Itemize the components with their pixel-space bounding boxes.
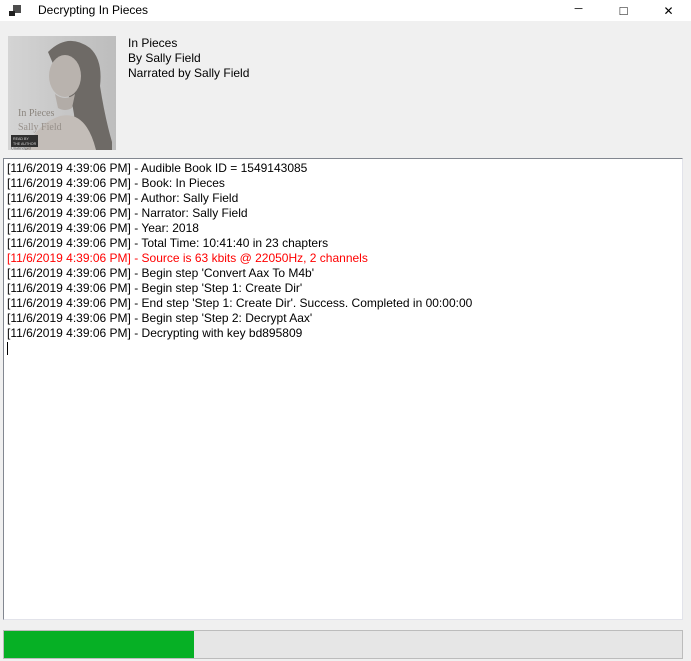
log-line: [11/6/2019 4:39:06 PM] - Begin step 'Ste…	[7, 281, 679, 296]
maximize-button[interactable]: □	[601, 0, 646, 21]
book-info: In Pieces By Sally Field Narrated by Sal…	[128, 36, 249, 81]
book-narrator: Narrated by Sally Field	[128, 66, 249, 81]
close-button[interactable]: ✕	[646, 0, 691, 21]
app-window: Decrypting In Pieces ─ □ ✕	[0, 0, 691, 661]
log-line: [11/6/2019 4:39:06 PM] - Year: 2018	[7, 221, 679, 236]
cover-author-text: Sally Field	[18, 122, 62, 133]
log-line: [11/6/2019 4:39:06 PM] - Author: Sally F…	[7, 191, 679, 206]
log-line: [11/6/2019 4:39:06 PM] - End step 'Step …	[7, 296, 679, 311]
progress-fill	[4, 631, 194, 658]
log-textbox[interactable]: [11/6/2019 4:39:06 PM] - Audible Book ID…	[3, 158, 683, 620]
text-caret	[7, 342, 8, 355]
minimize-button[interactable]: ─	[556, 0, 601, 21]
book-author: By Sally Field	[128, 51, 249, 66]
log-lines: [11/6/2019 4:39:06 PM] - Audible Book ID…	[7, 161, 679, 341]
log-line: [11/6/2019 4:39:06 PM] - Narrator: Sally…	[7, 206, 679, 221]
cover-title-text: In Pieces	[18, 108, 54, 119]
maximize-icon: □	[620, 4, 628, 17]
progress-bar	[3, 630, 683, 659]
log-line: [11/6/2019 4:39:06 PM] - Source is 63 kb…	[7, 251, 679, 266]
log-line: [11/6/2019 4:39:06 PM] - Book: In Pieces	[7, 176, 679, 191]
close-icon: ✕	[663, 5, 673, 17]
log-line: [11/6/2019 4:39:06 PM] - Decrypting with…	[7, 326, 679, 341]
log-line: [11/6/2019 4:39:06 PM] - Begin step 'Con…	[7, 266, 679, 281]
log-line: [11/6/2019 4:39:06 PM] - Total Time: 10:…	[7, 236, 679, 251]
window-title: Decrypting In Pieces	[38, 0, 148, 21]
app-icon	[8, 4, 22, 18]
title-bar[interactable]: Decrypting In Pieces ─ □ ✕	[0, 0, 691, 21]
caption-buttons: ─ □ ✕	[556, 0, 691, 21]
log-line: [11/6/2019 4:39:06 PM] - Audible Book ID…	[7, 161, 679, 176]
cover-edition-text: Unabridged	[11, 146, 32, 151]
cover-face-shape	[49, 55, 81, 97]
book-cover-image: In Pieces Sally Field READ BY THE AUTHOR…	[8, 36, 116, 150]
log-line: [11/6/2019 4:39:06 PM] - Begin step 'Ste…	[7, 311, 679, 326]
book-title: In Pieces	[128, 36, 249, 51]
cover-badge-line1: READ BY	[13, 137, 29, 141]
minimize-icon: ─	[575, 4, 583, 15]
